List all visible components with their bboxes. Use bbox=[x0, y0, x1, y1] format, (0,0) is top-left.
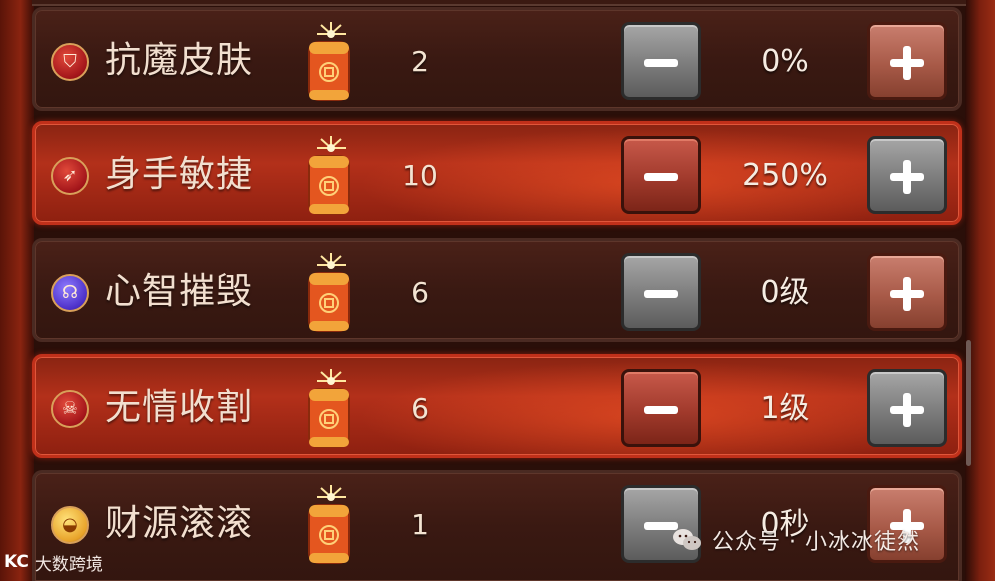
watermark-left: KC 大数跨境 bbox=[4, 548, 103, 576]
firecracker-icon bbox=[308, 253, 350, 332]
cost-count: 6 bbox=[411, 276, 429, 309]
watermark-right-text: 公众号 · 小冰冰徒然 bbox=[712, 530, 920, 555]
cost-count: 2 bbox=[411, 45, 429, 78]
cost-count: 1 bbox=[411, 508, 429, 541]
scrollbar[interactable] bbox=[966, 340, 971, 466]
firecracker-icon bbox=[308, 136, 350, 215]
cost-count: 6 bbox=[411, 392, 429, 425]
firecracker-icon bbox=[308, 22, 350, 101]
wechat-icon bbox=[673, 529, 701, 550]
left-frame bbox=[0, 0, 34, 581]
mind-icon: ☊ bbox=[51, 274, 89, 312]
increase-button[interactable] bbox=[867, 136, 947, 214]
skill-value: 250% bbox=[742, 158, 828, 193]
skill-row: ☠ 无情收割 6 1级 bbox=[32, 354, 962, 458]
cost-count: 10 bbox=[402, 159, 438, 192]
watermark-right: 公众号 · 小冰冰徒然 bbox=[672, 522, 920, 558]
skill-name: 财源滚滚 bbox=[105, 503, 254, 544]
brand-logo: KC bbox=[4, 552, 29, 572]
skill-value: 0级 bbox=[760, 275, 810, 310]
boot-icon: ➶ bbox=[51, 157, 89, 195]
minus-icon bbox=[644, 290, 678, 298]
minus-icon bbox=[644, 406, 678, 414]
minus-icon bbox=[644, 59, 678, 67]
skill-value: 1级 bbox=[760, 391, 810, 426]
skill-name: 抗魔皮肤 bbox=[105, 40, 254, 81]
decrease-button[interactable] bbox=[621, 136, 701, 214]
right-frame bbox=[965, 0, 995, 581]
skill-value: 0% bbox=[761, 44, 809, 79]
decrease-button[interactable] bbox=[621, 369, 701, 447]
scythe-icon: ☠ bbox=[51, 390, 89, 428]
increase-button[interactable] bbox=[867, 253, 947, 331]
skill-name: 无情收割 bbox=[105, 387, 254, 428]
firecracker-icon bbox=[308, 485, 350, 564]
decrease-button[interactable] bbox=[621, 253, 701, 331]
skill-row: ➶ 身手敏捷 10 250% bbox=[32, 121, 962, 225]
skill-row: ☊ 心智摧毁 6 0级 bbox=[32, 238, 962, 342]
increase-button[interactable] bbox=[867, 22, 947, 100]
watermark-left-text: 大数跨境 bbox=[34, 554, 103, 575]
minus-icon bbox=[644, 173, 678, 181]
decrease-button[interactable] bbox=[621, 22, 701, 100]
skill-row: ⛉ 抗魔皮肤 2 0% bbox=[32, 7, 962, 111]
gold-ingot-icon: ◒ bbox=[51, 506, 89, 544]
shield-icon: ⛉ bbox=[51, 43, 89, 81]
increase-button[interactable] bbox=[867, 369, 947, 447]
previous-row-edge bbox=[32, 0, 966, 6]
firecracker-icon bbox=[308, 369, 350, 448]
skill-name: 身手敏捷 bbox=[105, 154, 254, 195]
skill-name: 心智摧毁 bbox=[105, 271, 254, 312]
